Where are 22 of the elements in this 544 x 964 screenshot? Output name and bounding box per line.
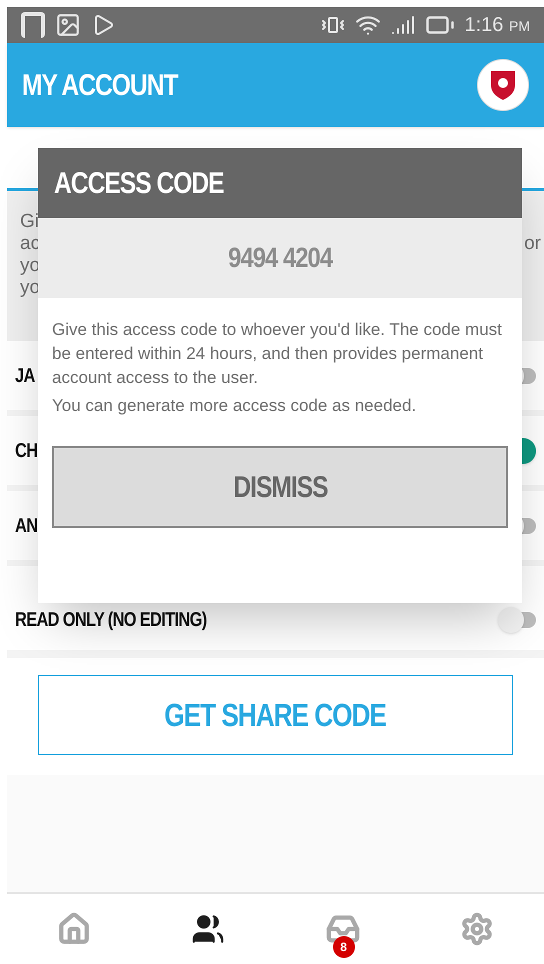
notification-badge: 8	[332, 936, 355, 958]
dialog-note: You can generate more access code as needed.	[52, 395, 418, 417]
dialog-title: ACCESS CODE	[54, 166, 224, 202]
home-icon	[57, 912, 92, 946]
page-title: MY ACCOUNT	[22, 68, 178, 104]
dismiss-button[interactable]: DISMISS	[52, 446, 508, 528]
member-name: CH	[15, 438, 38, 464]
toggle-switch[interactable]	[498, 607, 536, 633]
intro-text: or	[524, 233, 541, 255]
member-name: JA	[15, 364, 35, 388]
people-icon	[191, 912, 226, 946]
access-code: 9494 4204	[228, 241, 332, 275]
read-only-label: READ ONLY (NO EDITING)	[15, 608, 206, 633]
clock: 1:16 PM	[464, 13, 530, 38]
signal-icon	[390, 13, 414, 37]
intro-text: Gi	[20, 211, 40, 233]
image-icon	[55, 12, 81, 38]
crest-logo-icon	[477, 59, 529, 111]
get-share-code-button[interactable]: GET SHARE CODE	[38, 675, 513, 755]
member-name: AN	[15, 514, 38, 538]
dialog-message: Give this access code to whoever you'd like. The code must be entered within 24 hours, and then provides permanent account access to the user.	[52, 319, 503, 389]
settings-icon	[460, 912, 494, 946]
